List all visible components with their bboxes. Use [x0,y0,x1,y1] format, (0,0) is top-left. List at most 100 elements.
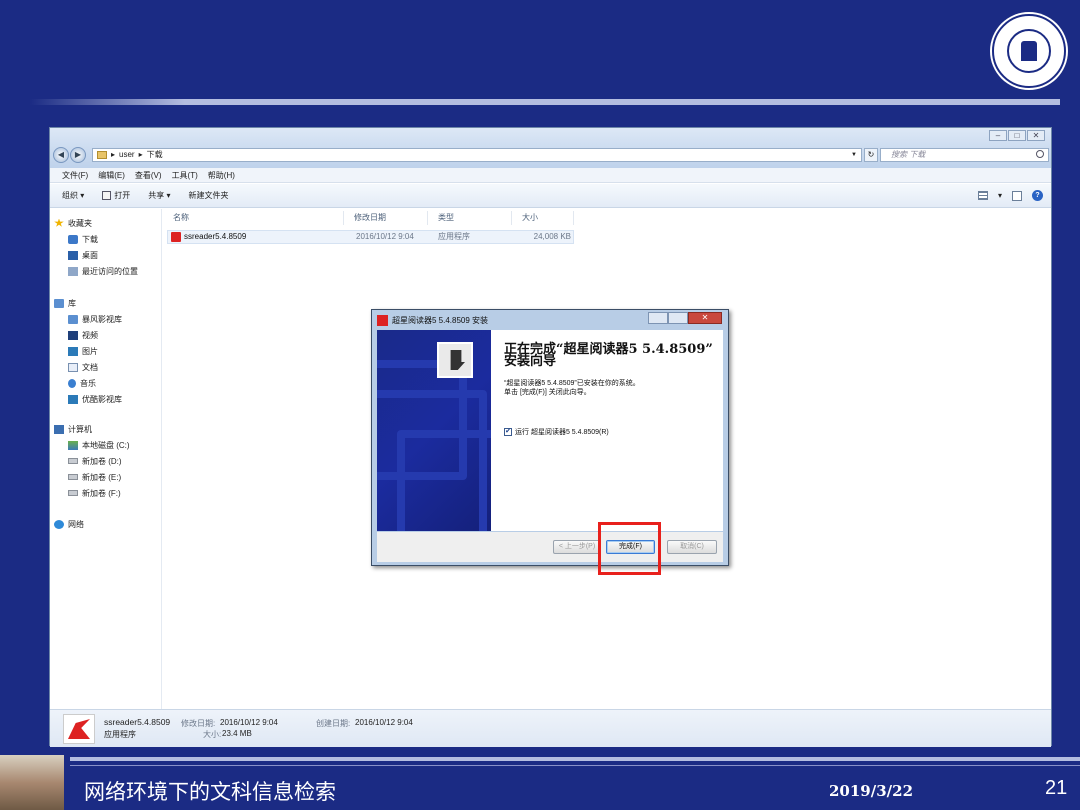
run-after-install-option[interactable]: ✔ 运行 超星阅读器5 5.4.8509(R) [504,427,609,437]
installer-message-line1: “超星阅读器5 5.4.8509”已安装在你的系统。 [504,380,640,387]
menu-view[interactable]: 查看(V) [135,170,162,181]
details-size-label: 大小: [203,730,222,739]
nav-downloads-label: 下载 [82,234,98,244]
nav-desktop[interactable]: 桌面 [54,247,138,263]
nav-computer-label: 计算机 [68,424,92,434]
nav-storm-library[interactable]: 暴风影视库 [54,311,122,327]
menu-file[interactable]: 文件(F) [62,170,88,181]
back-arrow-icon[interactable]: ◀ [53,147,69,163]
column-modified[interactable]: 修改日期 [344,211,428,225]
nav-libraries[interactable]: 库 [54,295,122,311]
computer-icon [54,424,64,434]
minimize-icon[interactable]: – [989,130,1007,141]
installer-heading-line2: 安装向导 [504,354,557,369]
nav-desktop-label: 桌面 [82,250,98,260]
breadcrumb-user[interactable]: user [119,149,135,161]
address-dropdown-icon[interactable]: ▼ [851,149,857,161]
installer-footer: < 上一步(P) 完成(F) 取消(C) [377,532,723,562]
column-size[interactable]: 大小 [512,211,574,225]
recent-places-icon [68,266,78,276]
menu-tools[interactable]: 工具(T) [172,170,198,181]
help-icon[interactable]: ? [1032,190,1043,201]
run-checkbox[interactable]: ✔ [504,428,512,436]
dialog-minimize-icon[interactable] [648,312,668,324]
details-pane: ssreader5.4.8509 应用程序 修改日期: 2016/10/12 9… [50,709,1051,747]
window-controls: – □ ✕ [989,130,1045,141]
nav-drive-c[interactable]: 本地磁盘 (C:) [54,437,130,453]
search-placeholder: 搜索 下载 [891,150,926,159]
address-bar[interactable]: ▸ user ▸ 下载 ▼ [92,148,862,162]
libraries-group: 库 暴风影视库 视频 图片 文档 音乐 优酷影视库 [54,295,122,407]
nav-drive-e-label: 新加卷 (E:) [82,472,122,482]
breadcrumb-separator-icon: ▸ [138,150,143,159]
drive-icon [68,490,78,496]
nav-drive-c-label: 本地磁盘 (C:) [82,440,130,450]
file-size: 24,008 KB [533,232,571,241]
installer-heading: 正在完成“超星阅读器5 5.4.8509” 安装向导 [504,343,719,369]
computer-group: 计算机 本地磁盘 (C:) 新加卷 (D:) 新加卷 (E:) 新加卷 (F:) [54,421,130,501]
footer-photo [0,755,64,810]
installer-app-icon [377,315,388,326]
dialog-maximize-icon[interactable] [668,312,688,324]
nav-pictures[interactable]: 图片 [54,343,122,359]
nav-videos[interactable]: 视频 [54,327,122,343]
nav-recent[interactable]: 最近访问的位置 [54,263,138,279]
app-large-icon [63,714,95,744]
breadcrumb-downloads[interactable]: 下载 [147,149,163,161]
nav-favorites[interactable]: 收藏夹 [54,215,138,231]
nav-documents[interactable]: 文档 [54,359,122,375]
menu-edit[interactable]: 编辑(E) [98,170,125,181]
open-icon [102,191,112,200]
column-name[interactable]: 名称 [163,211,344,225]
organize-button[interactable]: 组织 ▾ [62,190,84,201]
installer-dialog: 超星阅读器5 5.4.8509 安装 ✕ 正在完成“超星阅读器5 5.4.850… [371,309,729,566]
maximize-icon[interactable]: □ [1008,130,1026,141]
menu-help[interactable]: 帮助(H) [208,170,235,181]
file-type: 应用程序 [438,232,470,241]
file-row[interactable]: ssreader5.4.8509 2016/10/12 9:04 应用程序 24… [167,230,574,244]
nav-network[interactable]: 网络 [54,516,84,532]
star-icon [54,218,64,227]
new-folder-button[interactable]: 新建文件夹 [189,190,229,201]
nav-computer[interactable]: 计算机 [54,421,130,437]
drive-icon [68,440,78,450]
file-modified: 2016/10/12 9:04 [356,232,414,241]
breadcrumb-separator-icon: ▸ [111,150,116,159]
cancel-button[interactable]: 取消(C) [667,540,717,554]
library-icon [68,394,78,404]
drive-icon [68,474,78,480]
view-options-icon[interactable] [977,191,988,200]
run-checkbox-label: 运行 超星阅读器5 5.4.8509(R) [515,429,609,436]
nav-drive-f[interactable]: 新加卷 (F:) [54,485,130,501]
nav-music[interactable]: 音乐 [54,375,122,391]
nav-youku-library[interactable]: 优酷影视库 [54,391,122,407]
footer-date: 2019/3/22 [829,782,914,800]
preview-pane-icon[interactable] [1012,190,1022,201]
network-icon [54,519,64,529]
share-button[interactable]: 共享 ▾ [148,190,170,201]
search-icon[interactable] [1036,150,1044,158]
nav-downloads[interactable]: 下载 [54,231,138,247]
installer-message: “超星阅读器5 5.4.8509”已安装在你的系统。 单击 [完成(F)] 关闭… [504,379,719,397]
dialog-close-icon[interactable]: ✕ [688,312,722,324]
picture-icon [68,346,78,356]
close-icon[interactable]: ✕ [1027,130,1045,141]
installer-title: 超星阅读器5 5.4.8509 安装 [392,316,489,325]
view-dropdown-icon[interactable]: ▾ [998,191,1002,200]
nav-drive-d[interactable]: 新加卷 (D:) [54,453,130,469]
nav-drive-e[interactable]: 新加卷 (E:) [54,469,130,485]
slide-page-number: 21 [1045,777,1068,799]
installer-side-banner [377,330,491,531]
network-group: 网络 [54,516,84,532]
forward-arrow-icon[interactable]: ▶ [70,147,86,163]
nav-buttons: ◀ ▶ [53,147,87,163]
back-button[interactable]: < 上一步(P) [553,540,601,554]
footer-course-title: 网络环境下的文科信息检索 [84,780,336,804]
search-input[interactable]: 搜索 下载 [880,148,1049,162]
menu-bar: 文件(F) 编辑(E) 查看(V) 工具(T) 帮助(H) [50,168,1051,183]
nav-libraries-label: 库 [68,298,76,308]
open-button[interactable]: 打开 [102,190,130,201]
nav-recent-label: 最近访问的位置 [82,266,138,276]
column-type[interactable]: 类型 [428,211,512,225]
refresh-icon[interactable]: ↻ [864,148,878,162]
